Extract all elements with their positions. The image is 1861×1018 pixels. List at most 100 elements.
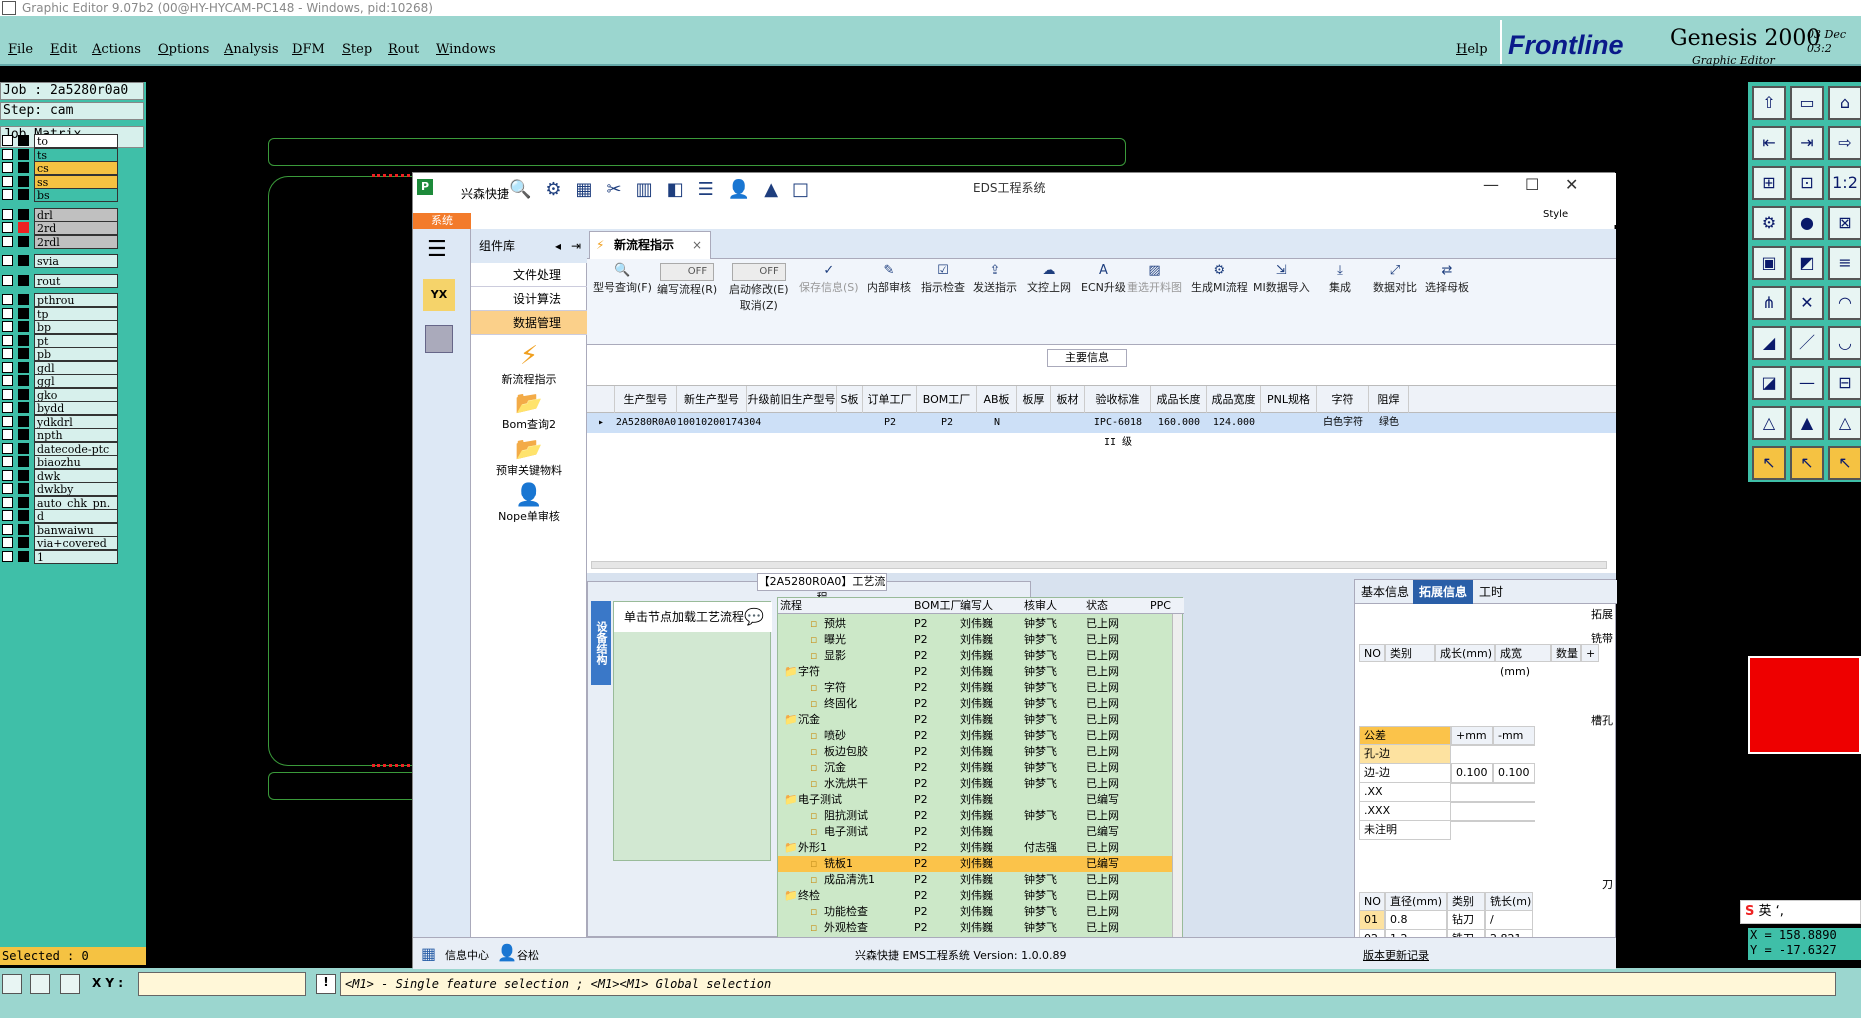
layer-name[interactable]: ggl	[34, 374, 118, 388]
layer-row[interactable]: gko	[2, 387, 118, 402]
tree-row[interactable]: 📁 沉金 P2 刘伟巍 钟梦飞 已上网	[778, 712, 1174, 728]
update-log-link[interactable]: 版本更新记录	[1363, 947, 1429, 963]
style-selector[interactable]: Style	[1543, 209, 1568, 220]
system-tab[interactable]: 系统	[413, 213, 471, 229]
layer-checkbox[interactable]	[2, 429, 13, 440]
toolbar-button[interactable]: ◪	[1752, 366, 1786, 400]
tolerance-cell[interactable]: 0.100	[1493, 763, 1535, 783]
layer-checkbox[interactable]	[2, 334, 13, 346]
pin-icon[interactable]: ⇥	[571, 229, 581, 263]
vertical-scrollbar[interactable]	[1172, 614, 1182, 942]
layer-name[interactable]: ss	[34, 174, 118, 189]
tree-row[interactable]: ▫ 预烘 P2 刘伟巍 钟梦飞 已上网	[778, 616, 1174, 632]
tree-row[interactable]: 📁 字符 P2 刘伟巍 钟梦飞 已上网	[778, 664, 1174, 680]
layer-name[interactable]: d	[34, 509, 118, 523]
layer-name[interactable]: drl	[34, 207, 118, 222]
layer-name[interactable]: rout	[34, 273, 118, 288]
layer-checkbox[interactable]	[2, 415, 13, 427]
layer-name[interactable]: via+covered	[34, 536, 118, 550]
start-modify-toggle[interactable]: OFF 启动修改(E) 取消(Z)	[729, 263, 789, 313]
layer-checkbox[interactable]	[2, 523, 13, 535]
toolbar-button[interactable]: ⇨	[1828, 126, 1861, 160]
tolerance-cell[interactable]	[1451, 782, 1493, 784]
layer-row[interactable]: ts	[2, 147, 118, 162]
toolbar-button[interactable]: ▣	[1752, 246, 1786, 280]
layer-row[interactable]: auto_chk_pn.	[2, 495, 118, 510]
tolerance-cell[interactable]	[1493, 820, 1535, 822]
layer-checkbox[interactable]	[2, 469, 13, 481]
toolbar-button[interactable]: ●	[1790, 206, 1824, 240]
tree-row[interactable]: ▫ 沉金 P2 刘伟巍 钟梦飞 已上网	[778, 760, 1174, 776]
layer-name[interactable]: cs	[34, 161, 118, 175]
layer-checkbox[interactable]	[2, 148, 13, 160]
layer-row[interactable]: banwaiwu	[2, 522, 118, 537]
toolbar-button[interactable]: —	[1790, 366, 1824, 400]
data-compare-button[interactable]: ⤢ 数据对比	[1373, 263, 1417, 295]
reselect-button[interactable]: ▨ 重选开料图	[1127, 263, 1182, 295]
toolbar-button[interactable]: ✕	[1790, 286, 1824, 320]
layer-name[interactable]: pt	[34, 333, 118, 348]
tab-work-hours[interactable]: 工时	[1473, 580, 1509, 604]
close-button[interactable]: ✕	[1565, 175, 1578, 194]
layer-name[interactable]: 1	[34, 549, 118, 564]
doc-upload-button[interactable]: ☁ 文控上网	[1027, 263, 1071, 295]
tolerance-cell[interactable]	[1493, 744, 1535, 746]
grid-header-cell[interactable]: S板	[837, 386, 863, 414]
layer-name[interactable]: bp	[34, 320, 118, 334]
layer-name[interactable]: 2rdl	[34, 234, 118, 249]
tree-row[interactable]: ▫ 电子测试 P2 刘伟巍 已编写	[778, 824, 1174, 840]
layer-checkbox[interactable]	[2, 348, 13, 359]
tree-row[interactable]: ▫ 铣板1 P2 刘伟巍 已编写	[778, 856, 1174, 872]
layer-checkbox[interactable]	[2, 135, 13, 146]
layer-checkbox[interactable]	[2, 361, 13, 373]
layer-row[interactable]: bp	[2, 320, 118, 334]
gen-mi-button[interactable]: ⚙ 生成MI流程	[1191, 263, 1248, 295]
tree-row[interactable]: ▫ 字符 P2 刘伟巍 钟梦飞 已上网	[778, 680, 1174, 696]
layer-row[interactable]: ggl	[2, 374, 118, 388]
layer-checkbox[interactable]	[2, 321, 13, 332]
tree-row[interactable]: ▫ 阻抗测试 P2 刘伟巍 钟梦飞 已上网	[778, 808, 1174, 824]
grid-header-cell[interactable]: 板厚	[1017, 386, 1051, 414]
chevron-left-icon[interactable]: ◂	[555, 229, 561, 263]
layer-checkbox[interactable]	[2, 510, 13, 521]
toolbar-button[interactable]: △	[1752, 406, 1786, 440]
alert-icon[interactable]: !	[316, 974, 336, 994]
quick-toolbar-icons[interactable]: 🔍⚙▦✂▥◧☰👤▲□	[509, 179, 823, 200]
toolbar-button[interactable]: ⇧	[1752, 86, 1786, 120]
layer-name[interactable]: pb	[34, 347, 118, 361]
toolbar-button[interactable]: ▲	[1790, 406, 1824, 440]
grid-header-cell[interactable]: 板材	[1051, 386, 1085, 414]
layer-checkbox[interactable]	[2, 537, 13, 548]
comp-data-management[interactable]: 数据管理	[471, 311, 587, 335]
layer-checkbox[interactable]	[2, 375, 13, 386]
layer-name[interactable]: svia	[34, 254, 118, 268]
layer-row[interactable]: pthrou	[2, 293, 118, 307]
layer-checkbox[interactable]	[2, 307, 13, 319]
layer-row[interactable]: drl	[2, 207, 118, 222]
layer-checkbox[interactable]	[2, 456, 13, 467]
layer-name[interactable]: auto_chk_pn.	[34, 495, 118, 510]
layer-row[interactable]: svia	[2, 254, 118, 268]
layer-name[interactable]: npth	[34, 428, 118, 442]
grid-header-cell[interactable]: 新生产型号	[677, 386, 747, 414]
tree-row[interactable]: ▫ 显影 P2 刘伟巍 钟梦飞 已上网	[778, 648, 1174, 664]
grid-header-cell[interactable]: BOM工厂	[917, 386, 977, 414]
bom-query-item[interactable]: 📂 Bom查询2	[471, 391, 587, 432]
layer-row[interactable]: 2rd	[2, 221, 118, 235]
layer-checkbox[interactable]	[2, 402, 13, 413]
layer-row[interactable]: via+covered	[2, 536, 118, 550]
layer-checkbox[interactable]	[2, 208, 13, 220]
grid-header-cell[interactable]: 成品长度	[1151, 386, 1207, 414]
tree-row[interactable]: ▫ 板边包胶 P2 刘伟巍 钟梦飞 已上网	[778, 744, 1174, 760]
layer-checkbox[interactable]	[2, 175, 13, 187]
grid-row[interactable]: ▸ 2A5280R0A0 10010200174304 P2 P2 N IPC-6018 I…	[587, 413, 1616, 448]
hamburger-icon[interactable]: ☰	[427, 237, 447, 262]
toolbar-button[interactable]: ⋔	[1752, 286, 1786, 320]
menu-dfm[interactable]: DFM	[292, 42, 325, 57]
toolbar-button[interactable]: △	[1828, 406, 1861, 440]
tree-row[interactable]: 📁 电子测试 P2 刘伟巍 已编写	[778, 792, 1174, 808]
layer-name[interactable]: datecode-ptc	[34, 441, 118, 456]
layer-row[interactable]: tp	[2, 306, 118, 321]
toolbar-button[interactable]: ⊞	[1752, 166, 1786, 200]
tab-close-icon[interactable]: ×	[692, 232, 702, 258]
